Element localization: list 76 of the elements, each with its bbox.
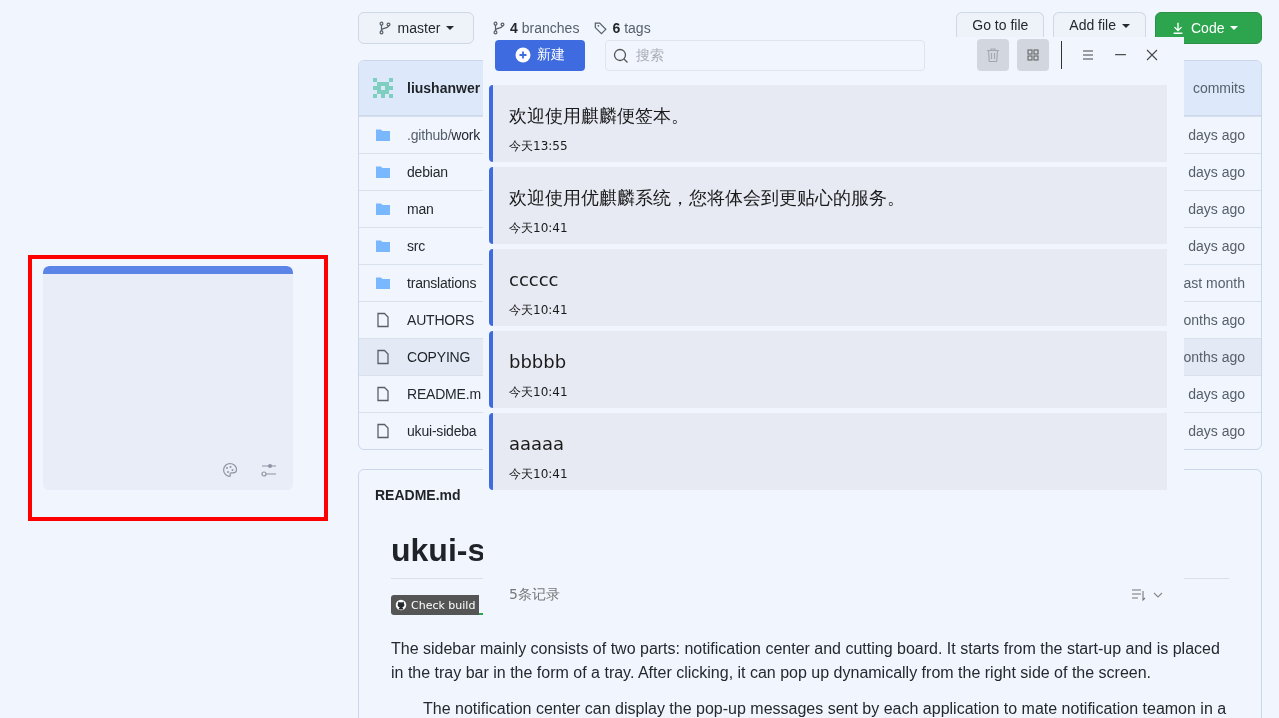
file-icon (375, 312, 391, 328)
note-text: 欢迎使用优麒麟系统，您将体会到更贴心的服务。 (509, 186, 905, 210)
readme-paragraph: The sidebar mainly consists of two parts: notification center and cutting board. It starts from the start-up and is placed in the tray bar in the form of a tray. After clicking, it can pop up dynamically from the right side of the screen. (391, 639, 1221, 683)
file-name[interactable]: AUTHORS (407, 312, 475, 328)
file-icon (375, 386, 391, 402)
minimize-icon (1114, 54, 1126, 56)
go-to-file-button[interactable]: Go to file (956, 12, 1045, 37)
file-name[interactable]: ukui-sideba (407, 423, 477, 439)
readme-paragraph: The notification center can display the pop-up messages sent by each application to mate notification teamon in a (422, 699, 1228, 718)
branches-link[interactable]: 4 branches (492, 20, 580, 36)
note-time: 今天13:55 (509, 138, 568, 155)
avatar-icon (373, 78, 393, 98)
note-text: bbbbb (509, 350, 567, 374)
file-name[interactable]: src (407, 238, 426, 254)
note-text: 欢迎使用麒麟便签本。 (509, 104, 689, 128)
palette-icon[interactable] (222, 462, 238, 478)
file-icon (375, 423, 391, 439)
sort-button[interactable] (1130, 587, 1164, 603)
folder-icon (375, 275, 391, 291)
file-icon (375, 349, 391, 365)
file-name[interactable]: debian (407, 164, 448, 180)
close-icon (1144, 47, 1160, 63)
sliders-icon[interactable] (261, 462, 277, 478)
record-count: 5条记录 (509, 586, 560, 604)
folder-icon (375, 238, 391, 254)
commit-age: days ago (1188, 127, 1245, 143)
file-name[interactable]: README.m (407, 386, 481, 402)
branch-icon (377, 21, 392, 35)
commit-age: days ago (1188, 164, 1245, 180)
plus-icon (515, 47, 531, 63)
commit-age: onths ago (1183, 349, 1245, 365)
note-time: 今天10:41 (509, 220, 568, 237)
commit-age: ast month (1183, 275, 1245, 291)
file-name[interactable]: translations (407, 275, 477, 291)
commit-age: days ago (1188, 386, 1245, 402)
search-icon (613, 47, 629, 64)
search-field[interactable]: 搜索 (605, 39, 925, 71)
file-name[interactable]: .github/work (407, 127, 481, 143)
build-badge[interactable]: Check build (391, 595, 480, 615)
folder-icon (375, 201, 391, 217)
file-name[interactable]: man (407, 201, 434, 217)
note-time: 今天10:41 (509, 302, 568, 319)
tags-link[interactable]: 6 tags (594, 20, 651, 36)
github-icon (395, 599, 407, 611)
readme-title: README.md (375, 486, 461, 503)
grid-view-button[interactable] (1017, 39, 1049, 71)
readme-heading: ukui-s (391, 532, 486, 568)
commit-age: onths ago (1183, 312, 1245, 328)
file-name[interactable]: COPYING (407, 349, 471, 365)
folder-icon (375, 164, 391, 180)
trash-icon (985, 47, 1001, 63)
grid-icon (1025, 47, 1041, 63)
add-file-button[interactable]: Add file (1053, 12, 1146, 37)
note-text: ccccc (509, 268, 559, 292)
branch-icon (492, 21, 506, 35)
commit-age: days ago (1188, 238, 1245, 254)
note-card[interactable]: aaaaa 今天10:41 (489, 413, 1167, 490)
download-icon (1171, 21, 1185, 35)
note-text: aaaaa (509, 432, 565, 456)
note-time: 今天10:41 (509, 466, 568, 483)
commits-link[interactable]: commits (1192, 80, 1245, 96)
commit-age: days ago (1188, 201, 1245, 217)
commit-age: days ago (1188, 423, 1245, 439)
note-card[interactable]: ccccc 今天10:41 (489, 249, 1167, 326)
sort-icon (1130, 587, 1146, 603)
tag-icon (594, 21, 609, 35)
new-note-button[interactable]: 新建 (495, 39, 585, 71)
delete-button[interactable] (977, 39, 1009, 71)
note-card[interactable]: 欢迎使用麒麟便签本。 今天13:55 (489, 85, 1167, 162)
commit-author[interactable]: liushanwer (407, 80, 481, 96)
branch-selector[interactable]: master (358, 12, 474, 44)
folder-icon (375, 127, 391, 143)
note-card[interactable]: bbbbb 今天10:41 (489, 331, 1167, 408)
note-card[interactable]: 欢迎使用优麒麟系统，您将体会到更贴心的服务。 今天10:41 (489, 167, 1167, 244)
menu-icon (1080, 47, 1096, 63)
note-time: 今天10:41 (509, 384, 568, 401)
